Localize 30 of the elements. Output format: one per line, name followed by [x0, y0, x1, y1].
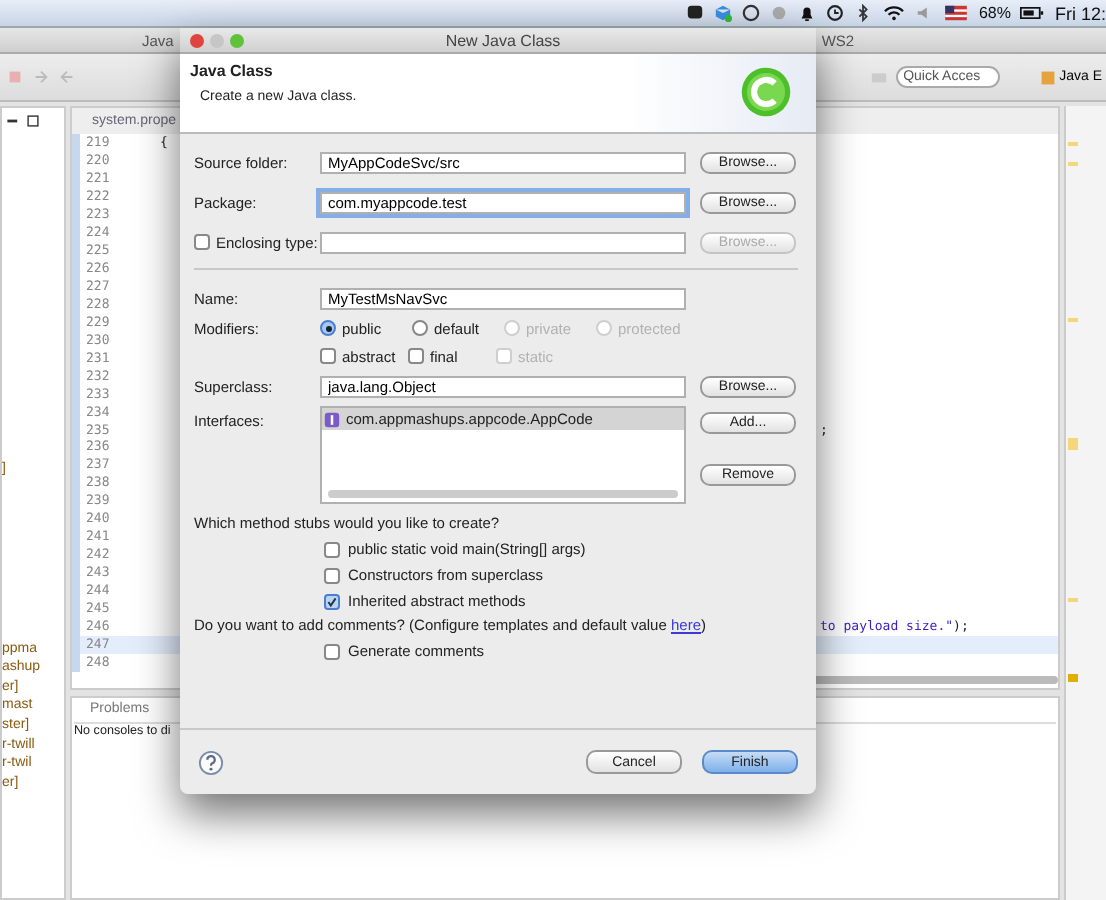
circle-icon[interactable] — [742, 4, 761, 22]
checkbox[interactable] — [324, 567, 340, 583]
checkbox[interactable] — [194, 234, 210, 250]
clock-text: Fri 12: — [1054, 3, 1106, 23]
flag-icon[interactable] — [944, 4, 969, 22]
perspective-icon — [1039, 69, 1056, 85]
class-icon — [740, 66, 792, 118]
bluetooth-icon[interactable] — [854, 4, 873, 22]
maximize-icon[interactable] — [26, 114, 40, 128]
help-icon[interactable] — [198, 749, 224, 775]
text-field[interactable] — [320, 231, 686, 253]
header-title: Java Class — [190, 62, 275, 80]
wifi-icon[interactable] — [882, 4, 907, 22]
close-button[interactable] — [190, 33, 204, 47]
checkbox[interactable] — [324, 593, 340, 609]
minimize-icon[interactable] — [6, 114, 20, 128]
box-icon[interactable] — [714, 4, 733, 22]
radio-button[interactable] — [412, 320, 428, 336]
checkbox[interactable] — [324, 541, 340, 557]
checkbox[interactable] — [408, 348, 424, 364]
checkbox[interactable] — [320, 348, 336, 364]
battery-percent: 68% — [978, 4, 1011, 22]
disc-icon[interactable] — [770, 4, 789, 22]
dialog-title: New Java Class — [443, 31, 563, 49]
bell-icon[interactable] — [798, 4, 817, 22]
battery-icon[interactable] — [1020, 4, 1045, 22]
clock-icon[interactable] — [826, 4, 845, 22]
checkbox[interactable] — [324, 643, 340, 659]
zoom-button[interactable] — [230, 33, 244, 47]
radio-button[interactable] — [320, 320, 336, 336]
